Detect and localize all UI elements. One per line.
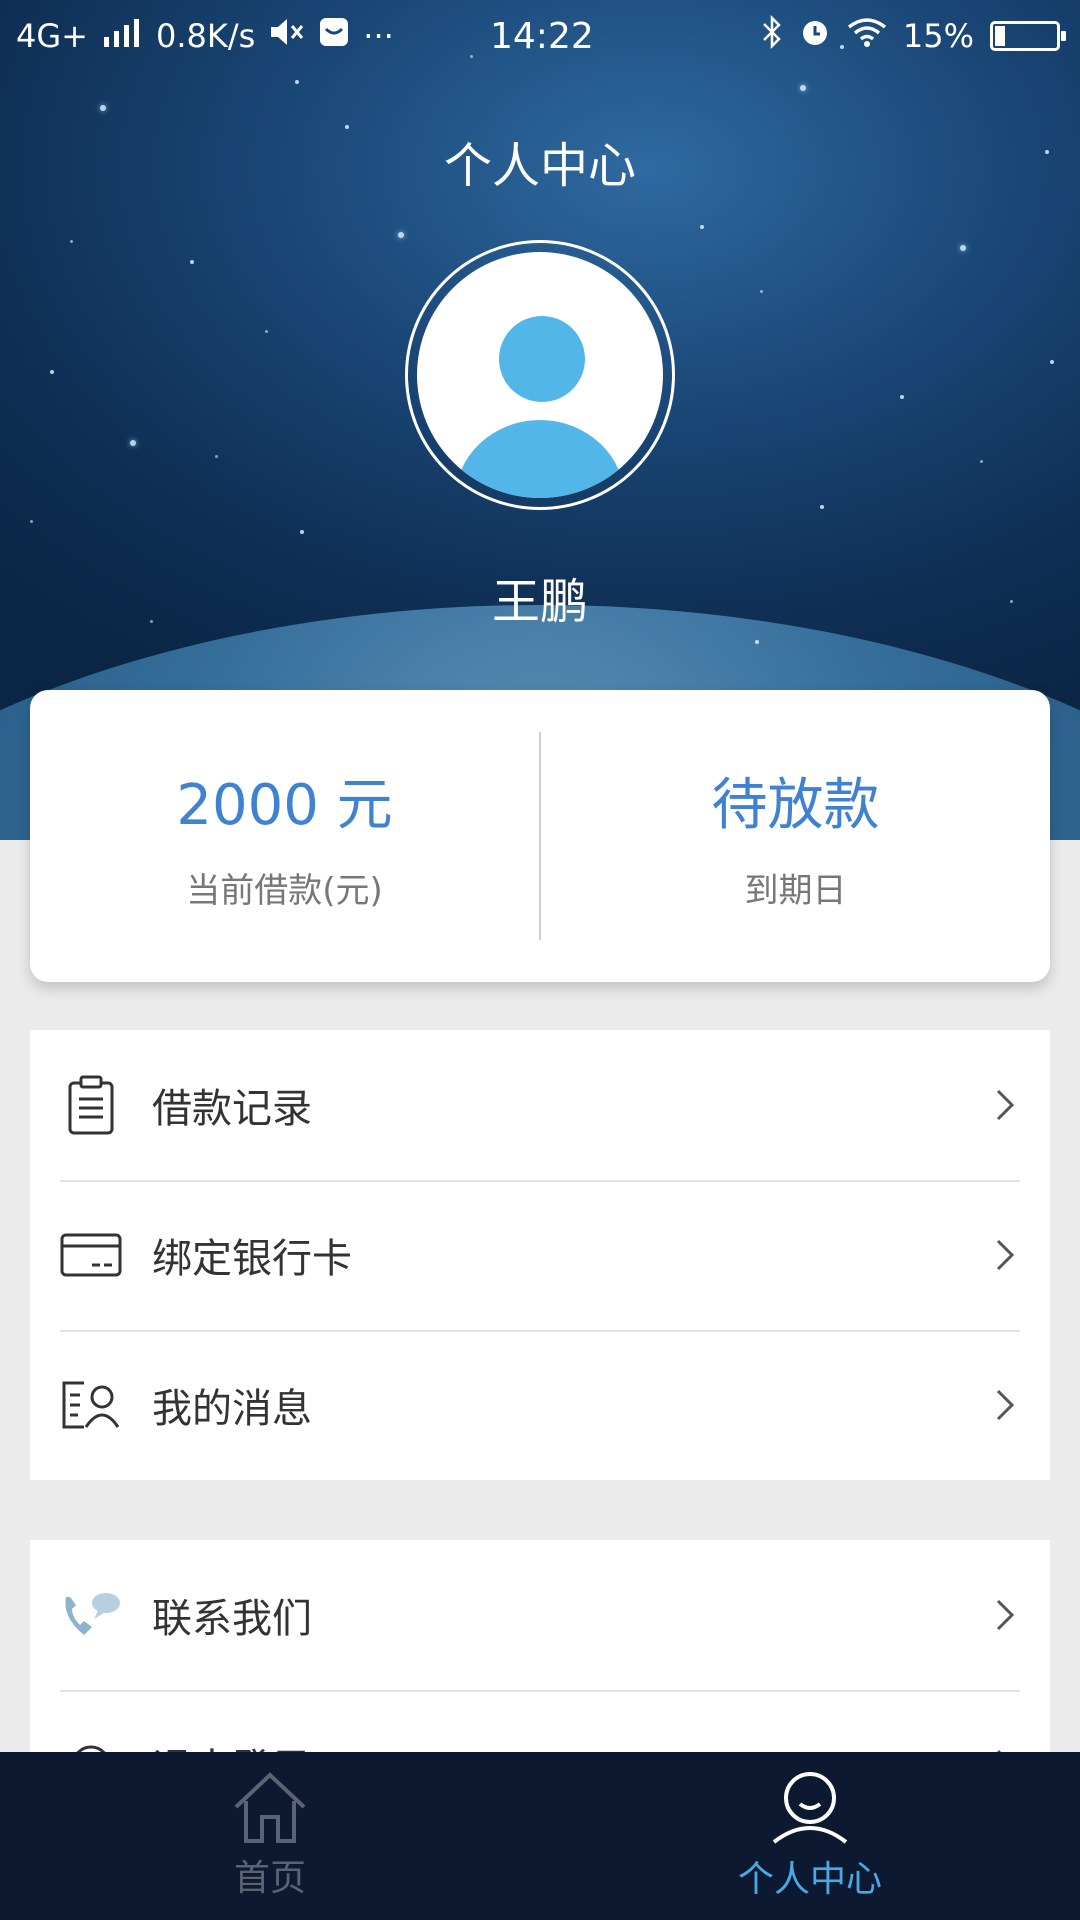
menu-group-account: 借款记录 绑定银行卡 我的消息 xyxy=(30,1030,1050,1480)
current-loan-amount: 2000 元 xyxy=(176,773,393,838)
tab-home[interactable]: 首页 xyxy=(0,1752,540,1920)
bank-card-icon xyxy=(60,1224,122,1286)
loan-summary-card: 2000 元 当前借款(元) 待放款 到期日 xyxy=(30,690,1050,982)
bottom-tab-bar: 首页 个人中心 xyxy=(0,1752,1080,1920)
current-loan-label: 当前借款(元) xyxy=(186,871,383,911)
menu-label: 绑定银行卡 xyxy=(152,1236,352,1282)
more-notifications-icon: ··· xyxy=(363,17,394,55)
avatar[interactable] xyxy=(405,240,675,510)
menu-label: 借款记录 xyxy=(152,1086,312,1132)
menu-item-my-messages[interactable]: 我的消息 xyxy=(30,1330,1050,1480)
network-type: 4G+ xyxy=(16,17,88,55)
menu-label: 我的消息 xyxy=(152,1386,312,1432)
home-icon xyxy=(230,1771,310,1847)
status-bar: 4G+ 0.8K/s ··· 14:22 15% xyxy=(0,0,1080,72)
menu-label: 联系我们 xyxy=(152,1596,312,1642)
chevron-right-icon xyxy=(990,1085,1020,1125)
page-title: 个人中心 xyxy=(443,138,636,194)
network-speed: 0.8K/s xyxy=(155,17,256,55)
bluetooth-icon xyxy=(761,14,783,57)
current-loan-section: 2000 元 当前借款(元) xyxy=(30,690,539,982)
battery-percent: 15% xyxy=(902,17,974,55)
tab-home-label: 首页 xyxy=(233,1858,306,1899)
clipboard-icon xyxy=(60,1074,122,1136)
menu-item-contact-us[interactable]: 联系我们 xyxy=(30,1540,1050,1690)
due-date-section: 待放款 到期日 xyxy=(541,690,1050,982)
chevron-right-icon xyxy=(990,1595,1020,1635)
tab-profile-label: 个人中心 xyxy=(737,1859,882,1900)
wifi-icon xyxy=(847,17,887,55)
menu-item-bind-bank-card[interactable]: 绑定银行卡 xyxy=(30,1180,1050,1330)
chevron-right-icon xyxy=(990,1385,1020,1425)
menu-item-loan-records[interactable]: 借款记录 xyxy=(30,1030,1050,1180)
user-profile-icon xyxy=(770,1770,850,1848)
message-user-icon xyxy=(60,1374,122,1436)
signal-icon xyxy=(102,17,142,55)
loan-status: 待放款 xyxy=(711,773,880,838)
user-name: 王鹏 xyxy=(491,574,588,630)
message-notification-icon xyxy=(319,17,349,55)
phone-chat-icon xyxy=(60,1584,122,1646)
alarm-icon xyxy=(799,16,831,56)
clock: 14:22 xyxy=(490,15,594,57)
due-date-label: 到期日 xyxy=(744,871,847,911)
chevron-right-icon xyxy=(990,1235,1020,1275)
tab-profile[interactable]: 个人中心 xyxy=(540,1752,1080,1920)
mute-icon xyxy=(269,17,305,55)
battery-icon xyxy=(990,21,1066,51)
default-user-avatar-icon xyxy=(417,252,663,498)
